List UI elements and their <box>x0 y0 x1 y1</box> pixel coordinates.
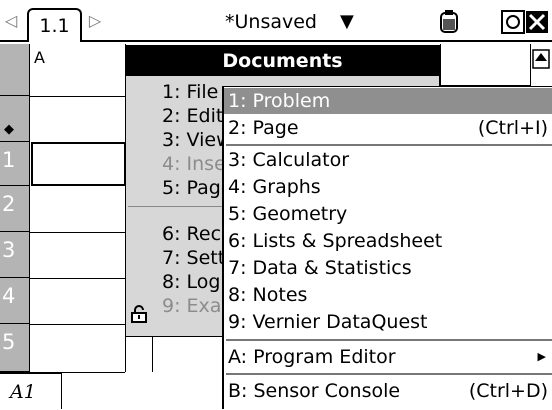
submenu-item-label: 5: Geometry <box>228 203 348 225</box>
row-header-2[interactable]: 2 <box>0 186 30 232</box>
submenu-item-sensor-console[interactable]: B: Sensor Console (Ctrl+D) <box>224 378 552 404</box>
submenu-item-calculator[interactable]: 3: Calculator <box>224 147 552 173</box>
shortcut-label: (Ctrl+I) <box>477 117 548 139</box>
menu-separator <box>226 339 552 341</box>
tab-1-1[interactable]: 1.1 <box>27 8 82 42</box>
submenu-item-graphs[interactable]: 4: Graphs <box>224 174 552 200</box>
shortcut-label: (Ctrl+D) <box>468 380 548 402</box>
scroll-up-icon[interactable] <box>531 44 551 74</box>
row-header-5[interactable]: 5 <box>0 324 30 372</box>
prev-tab-arrow-icon[interactable]: ◁ <box>4 10 18 32</box>
chevron-right-icon: ▶ <box>537 350 546 363</box>
grid-line <box>30 278 125 279</box>
row-header-4[interactable]: 4 <box>0 278 30 324</box>
scrollbar[interactable] <box>530 44 552 86</box>
submenu-item-label: A: Program Editor <box>228 346 396 368</box>
grid-line <box>30 96 125 97</box>
submenu-item-label: 6: Lists & Spreadsheet <box>228 230 443 252</box>
submenu-item-label: 4: Graphs <box>228 176 321 198</box>
submenu-item-lists-spreadsheet[interactable]: 6: Lists & Spreadsheet <box>224 228 552 254</box>
active-cell-indicator: A1 <box>0 372 62 409</box>
documents-menu-title: Documents <box>126 46 439 76</box>
submenu-item-vernier-dataquest[interactable]: 9: Vernier DataQuest <box>224 309 552 335</box>
menu-item-edit[interactable]: 2: Edit <box>162 104 223 128</box>
formula-diamond-icon: ◆ <box>4 122 14 137</box>
row-header-3[interactable]: 3 <box>0 232 30 278</box>
grid-line <box>30 232 125 233</box>
corner-cell <box>0 44 30 96</box>
column-a-header[interactable]: A <box>34 48 45 67</box>
submenu-item-notes[interactable]: 8: Notes <box>224 282 552 308</box>
submenu-item-program-editor[interactable]: A: Program Editor ▶ <box>224 344 552 370</box>
battery-icon <box>436 8 462 36</box>
submenu-item-label: 3: Calculator <box>228 149 350 171</box>
menu-separator <box>226 144 552 146</box>
submenu-item-label: 1: Problem <box>228 90 331 112</box>
close-icon[interactable] <box>500 9 550 35</box>
cell-column-b-header[interactable] <box>440 44 530 86</box>
submenu-item-page[interactable]: 2: Page (Ctrl+I) <box>224 115 552 141</box>
top-bar: ◁ 1.1 ▷ *Unsaved ▼ <box>0 0 552 42</box>
document-title: *Unsaved <box>225 11 317 33</box>
submenu-item-label: B: Sensor Console <box>228 380 401 402</box>
cell-a1[interactable] <box>31 142 126 186</box>
submenu-item-label: 7: Data & Statistics <box>228 257 412 279</box>
submenu-item-label: 8: Notes <box>228 284 308 306</box>
grid-line <box>30 324 125 325</box>
chevron-down-icon[interactable]: ▼ <box>340 8 354 36</box>
submenu-item-problem[interactable]: 1: Problem <box>224 88 552 114</box>
submenu-item-label: 9: Vernier DataQuest <box>228 311 428 333</box>
lock-icon <box>130 305 148 323</box>
row-header-1[interactable]: 1 <box>0 142 30 186</box>
next-tab-arrow-icon[interactable]: ▷ <box>88 10 102 32</box>
grid-line <box>152 337 153 372</box>
menu-item-file[interactable]: 1: File <box>162 80 218 104</box>
menu-separator <box>226 373 552 375</box>
submenu-item-geometry[interactable]: 5: Geometry <box>224 201 552 227</box>
submenu-item-data-statistics[interactable]: 7: Data & Statistics <box>224 255 552 281</box>
insert-submenu: 1: Problem 2: Page (Ctrl+I) 3: Calculato… <box>222 86 552 409</box>
submenu-item-label: 2: Page <box>228 117 299 139</box>
